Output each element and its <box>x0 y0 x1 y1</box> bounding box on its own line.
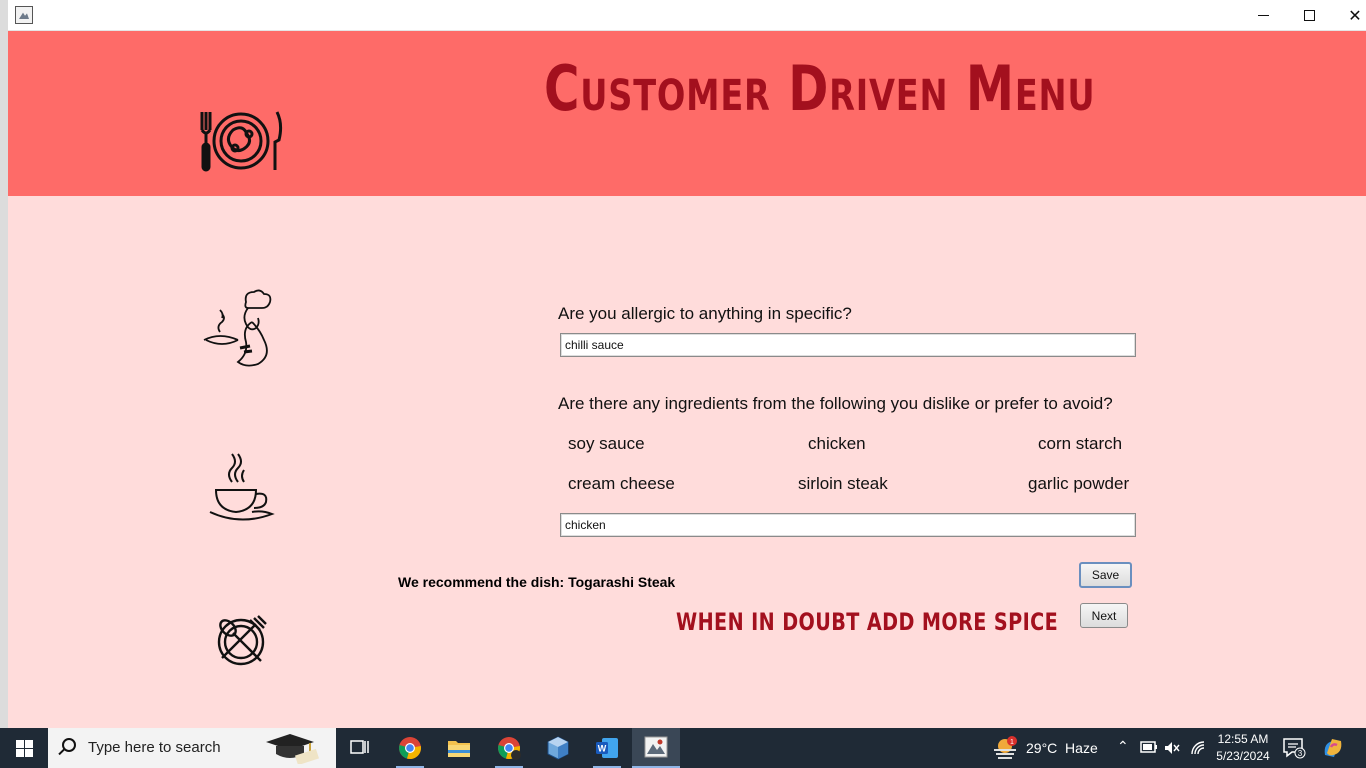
svg-text:W: W <box>598 744 607 754</box>
start-button[interactable] <box>0 728 48 768</box>
taskbar-search[interactable]: Type here to search <box>48 728 336 768</box>
allergy-input[interactable] <box>560 333 1136 357</box>
weather-haze-icon: 1 <box>994 736 1017 759</box>
close-button[interactable]: ✕ <box>1332 0 1366 31</box>
screen: ✕ Customer Driven Menu Are you allergic … <box>0 0 1366 768</box>
maximize-button[interactable] <box>1286 0 1332 31</box>
notifications-icon[interactable]: 3 <box>1282 737 1306 759</box>
java-app-icon <box>15 6 33 24</box>
chrome-icon <box>399 737 421 760</box>
chevron-up-icon[interactable]: ⌃ <box>1117 738 1129 755</box>
maximize-icon <box>1303 10 1315 21</box>
search-icon <box>62 738 76 752</box>
word-icon: W <box>596 738 618 758</box>
taskbar-file-explorer[interactable] <box>435 728 483 768</box>
task-view-icon <box>350 740 369 754</box>
allergy-question-label: Are you allergic to anything in specific… <box>558 304 852 323</box>
recommendation-text: We recommend the dish: Togarashi Steak <box>398 574 676 590</box>
task-view-button[interactable] <box>336 728 384 768</box>
graduation-cap-icon <box>266 734 320 764</box>
chef-icon <box>203 289 272 367</box>
network-icon[interactable] <box>1190 740 1206 756</box>
save-button[interactable]: Save <box>1079 562 1132 588</box>
ingredient-cream-cheese: cream cheese <box>568 474 675 493</box>
next-button[interactable]: Next <box>1080 603 1128 628</box>
taskbar: Type here to search W 1 29°C Haze ⌃ 12:5… <box>0 728 1366 768</box>
dislike-input[interactable] <box>560 513 1136 537</box>
clock-date: 5/23/2024 <box>1216 749 1270 763</box>
dislike-question-label: Are there any ingredients from the follo… <box>558 394 1113 413</box>
tagline-text: WHEN IN DOUBT ADD MORE SPICE <box>676 608 1059 636</box>
taskbar-virtualbox[interactable] <box>534 728 582 768</box>
search-placeholder: Type here to search <box>88 739 221 756</box>
copilot-icon[interactable] <box>1322 737 1344 759</box>
windows-logo-icon <box>15 739 33 757</box>
page-title: Customer Driven Menu <box>544 52 1096 125</box>
weather-text[interactable]: 29°C Haze <box>1026 728 1098 768</box>
crossed-cutlery-icon <box>217 615 267 666</box>
ingredient-chicken: chicken <box>808 434 866 453</box>
virtualbox-icon <box>547 736 569 760</box>
plate-cutlery-icon <box>200 111 283 172</box>
notifications-count: 3 <box>1298 749 1303 758</box>
taskbar-word[interactable]: W <box>583 728 631 768</box>
ingredient-garlic-powder: garlic powder <box>1028 474 1130 493</box>
minimize-icon <box>1257 15 1269 16</box>
taskbar-java-app[interactable] <box>632 728 680 768</box>
ingredient-soy-sauce: soy sauce <box>568 434 645 453</box>
minimize-button[interactable] <box>1240 0 1286 31</box>
weather-badge: 1 <box>1010 739 1014 746</box>
battery-icon[interactable] <box>1140 741 1158 753</box>
java-app-icon <box>644 736 668 758</box>
file-explorer-icon <box>448 741 470 757</box>
window-titlebar[interactable]: ✕ <box>8 0 1366 31</box>
system-clock[interactable]: 12:55 AM 5/23/2024 <box>1210 731 1276 765</box>
taskbar-chrome[interactable] <box>386 728 434 768</box>
taskbar-chrome-profile[interactable] <box>485 728 533 768</box>
desktop-edge <box>0 0 8 728</box>
volume-muted-icon[interactable] <box>1164 740 1180 756</box>
chrome-profile-icon <box>498 737 521 760</box>
coffee-cup-icon <box>209 453 275 521</box>
ingredient-corn-starch: corn starch <box>1038 434 1123 453</box>
close-icon: ✕ <box>1348 7 1362 25</box>
clock-time: 12:55 AM <box>1217 732 1269 746</box>
ingredient-sirloin-steak: sirloin steak <box>798 474 888 493</box>
